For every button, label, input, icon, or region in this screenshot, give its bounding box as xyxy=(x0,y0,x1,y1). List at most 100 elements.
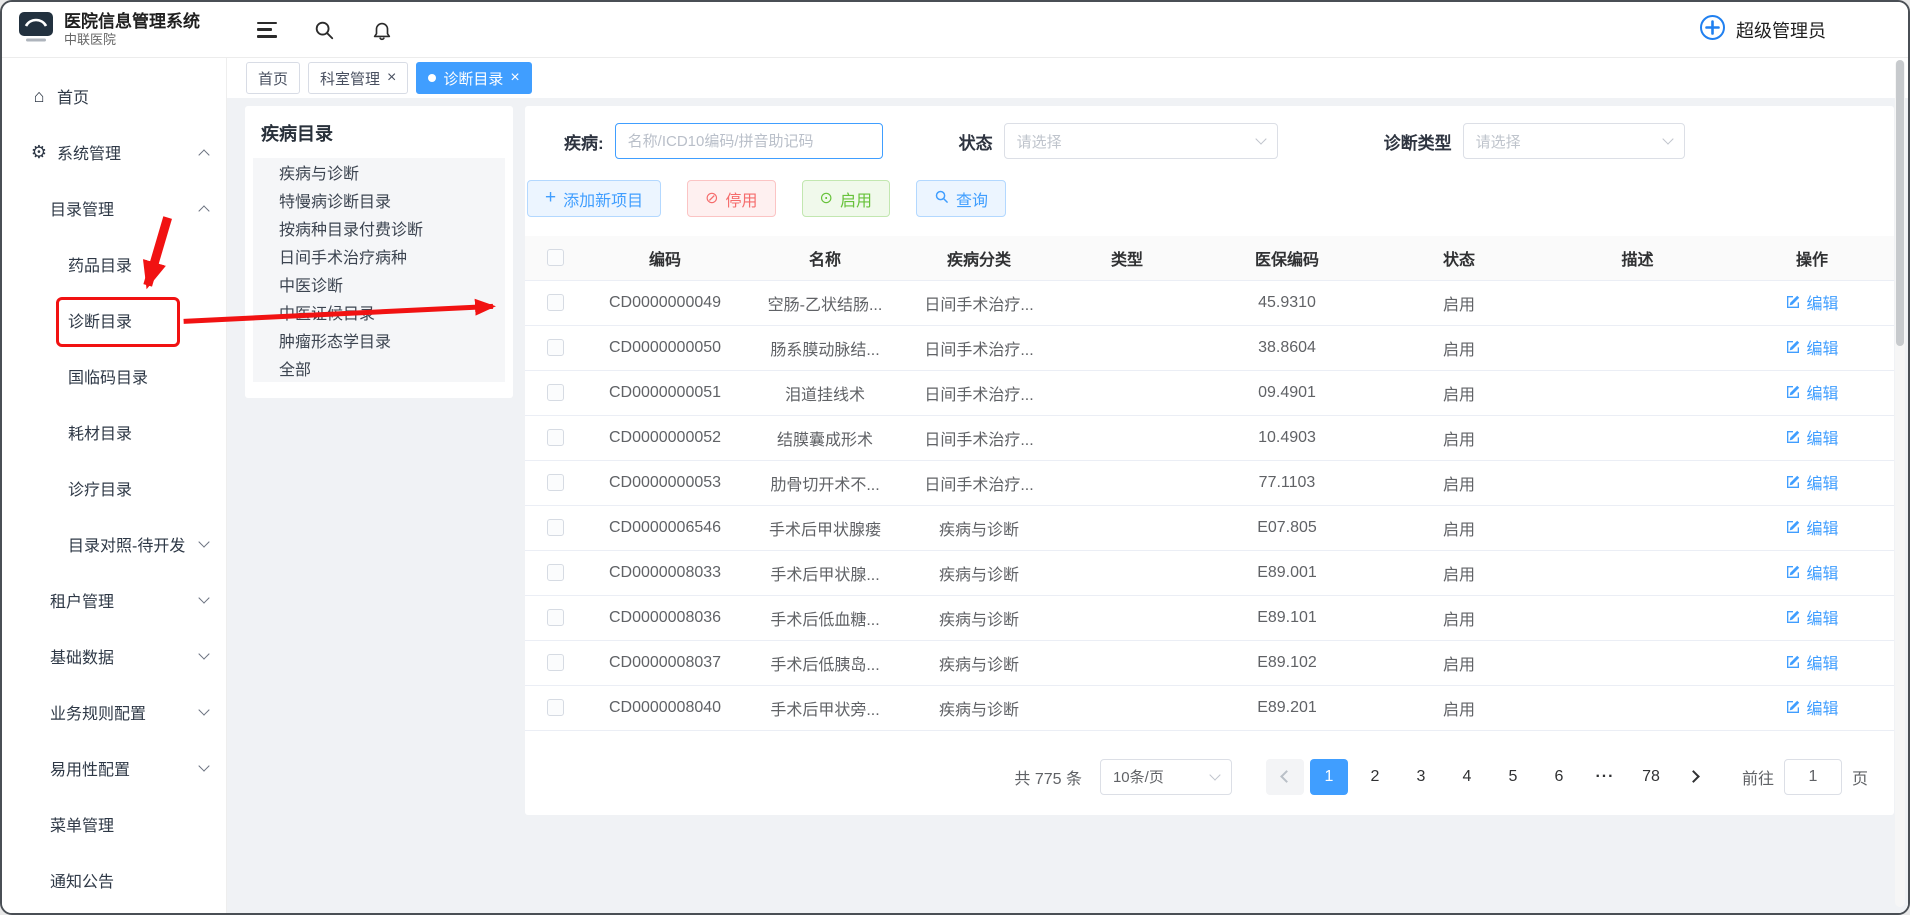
cell-insurance-code: E89.102 xyxy=(1201,640,1373,685)
sidebar-item[interactable]: 租户管理 xyxy=(2,572,226,628)
tab[interactable]: 科室管理 × xyxy=(308,62,408,94)
edit-pencil-icon xyxy=(1785,699,1801,715)
sidebar-item-label: 菜单管理 xyxy=(50,812,114,836)
column-header[interactable]: 状态 xyxy=(1373,236,1545,280)
row-checkbox[interactable] xyxy=(547,699,564,716)
edit-button[interactable]: 编辑 xyxy=(1785,380,1838,404)
edit-button[interactable]: 编辑 xyxy=(1785,695,1838,719)
sidebar-item[interactable]: 耗材目录 xyxy=(2,404,226,460)
column-header[interactable]: 描述 xyxy=(1545,236,1730,280)
edit-button[interactable]: 编辑 xyxy=(1785,515,1838,539)
user-menu[interactable]: 超级管理员 xyxy=(1699,14,1826,46)
diag-type-select[interactable]: 请选择 xyxy=(1463,123,1685,159)
catalog-item[interactable]: 中医证候目录 xyxy=(253,298,505,326)
row-checkbox[interactable] xyxy=(547,429,564,446)
status-select[interactable]: 请选择 xyxy=(1004,123,1278,159)
window-scrollbar[interactable] xyxy=(1895,60,1905,907)
disable-button[interactable]: ⊘ 停用 xyxy=(687,180,775,217)
row-checkbox[interactable] xyxy=(547,654,564,671)
tab-close-icon[interactable]: × xyxy=(387,70,396,86)
cell-type xyxy=(1053,325,1201,370)
sidebar-item[interactable]: 药品目录 xyxy=(2,236,226,292)
column-header[interactable]: 编码 xyxy=(585,236,745,280)
chevron-icon xyxy=(198,648,209,659)
sidebar-item[interactable]: 诊疗目录 xyxy=(2,460,226,516)
catalog-item[interactable]: 按病种目录付费诊断 xyxy=(253,214,505,242)
tab-label: 首页 xyxy=(258,68,288,89)
disable-label: 停用 xyxy=(726,187,758,211)
catalog-item[interactable]: 疾病与诊断 xyxy=(253,158,505,186)
prev-page-button[interactable] xyxy=(1266,759,1304,795)
catalog-item[interactable]: 肿瘤形态学目录 xyxy=(253,326,505,354)
page-number-button[interactable]: 1 xyxy=(1310,759,1348,795)
goto-page-input[interactable] xyxy=(1784,759,1842,795)
sidebar-item-label: 易用性配置 xyxy=(50,756,130,780)
cell-name: 手术后低胰岛... xyxy=(745,640,905,685)
cell-status: 启用 xyxy=(1373,505,1545,550)
edit-button[interactable]: 编辑 xyxy=(1785,425,1838,449)
sidebar-item[interactable]: 目录管理 xyxy=(2,180,226,236)
edit-button[interactable]: 编辑 xyxy=(1785,290,1838,314)
row-checkbox[interactable] xyxy=(547,294,564,311)
column-header[interactable]: 医保编码 xyxy=(1201,236,1373,280)
page-number-button[interactable]: 3 xyxy=(1402,759,1440,795)
tab[interactable]: 首页 × xyxy=(246,62,300,94)
sidebar-item[interactable]: 易用性配置 xyxy=(2,740,226,796)
notification-bell-icon[interactable] xyxy=(371,19,393,41)
sidebar-item[interactable]: 菜单管理 xyxy=(2,796,226,852)
page-size-select[interactable]: 10条/页 xyxy=(1100,759,1232,795)
chevron-icon xyxy=(198,704,209,715)
row-checkbox[interactable] xyxy=(547,384,564,401)
collapse-menu-icon[interactable] xyxy=(257,22,277,38)
catalog-item[interactable]: 特慢病诊断目录 xyxy=(253,186,505,214)
edit-button[interactable]: 编辑 xyxy=(1785,650,1838,674)
column-header[interactable]: 疾病分类 xyxy=(905,236,1053,280)
sidebar-item[interactable]: 基础数据 xyxy=(2,628,226,684)
column-header[interactable]: 名称 xyxy=(745,236,905,280)
cell-code: CD0000000051 xyxy=(585,370,745,415)
page-number-button[interactable]: ··· xyxy=(1586,759,1624,795)
query-button[interactable]: 查询 xyxy=(916,180,1006,217)
select-all-checkbox[interactable] xyxy=(547,249,564,266)
catalog-item[interactable]: 全部 xyxy=(253,354,505,382)
row-checkbox[interactable] xyxy=(547,564,564,581)
cell-name: 手术后甲状腺... xyxy=(745,550,905,595)
sidebar-item[interactable]: 诊断目录 xyxy=(2,292,226,348)
sidebar-item[interactable]: 目录对照-待开发 xyxy=(2,516,226,572)
enable-button[interactable]: ⊙ 启用 xyxy=(802,180,890,217)
sidebar-item[interactable]: 系统管理 xyxy=(2,124,226,180)
tab-close-icon[interactable]: × xyxy=(510,70,519,86)
sidebar-item[interactable]: 首页 xyxy=(2,68,226,124)
edit-button[interactable]: 编辑 xyxy=(1785,470,1838,494)
chevron-down-icon xyxy=(1662,133,1673,144)
column-header[interactable]: 类型 xyxy=(1053,236,1201,280)
column-header[interactable]: 操作 xyxy=(1730,236,1894,280)
sidebar-item[interactable]: 国临码目录 xyxy=(2,348,226,404)
sidebar-item[interactable]: 通知公告 xyxy=(2,852,226,908)
scrollbar-thumb[interactable] xyxy=(1896,60,1904,346)
cell-status: 启用 xyxy=(1373,595,1545,640)
row-checkbox[interactable] xyxy=(547,519,564,536)
row-checkbox[interactable] xyxy=(547,474,564,491)
content-area: 疾病目录 疾病与诊断 特慢病诊断目录 xyxy=(227,98,1908,913)
tab[interactable]: 诊断目录 × xyxy=(416,62,531,94)
sidebar-item[interactable]: 业务规则配置 xyxy=(2,684,226,740)
catalog-item[interactable]: 日间手术治疗病种 xyxy=(253,242,505,270)
row-checkbox[interactable] xyxy=(547,609,564,626)
edit-button[interactable]: 编辑 xyxy=(1785,560,1838,584)
chevron-icon xyxy=(198,592,209,603)
edit-button[interactable]: 编辑 xyxy=(1785,335,1838,359)
page-number-button[interactable]: 2 xyxy=(1356,759,1394,795)
user-avatar-icon xyxy=(1699,14,1726,46)
catalog-item[interactable]: 中医诊断 xyxy=(253,270,505,298)
page-number-button[interactable]: 5 xyxy=(1494,759,1532,795)
page-number-button[interactable]: 78 xyxy=(1632,759,1670,795)
edit-button[interactable]: 编辑 xyxy=(1785,605,1838,629)
page-number-button[interactable]: 6 xyxy=(1540,759,1578,795)
disease-search-input[interactable] xyxy=(615,123,883,159)
row-checkbox[interactable] xyxy=(547,339,564,356)
page-number-button[interactable]: 4 xyxy=(1448,759,1486,795)
next-page-button[interactable] xyxy=(1676,759,1714,795)
add-item-button[interactable]: + 添加新项目 xyxy=(527,180,661,217)
search-icon[interactable] xyxy=(313,19,335,41)
